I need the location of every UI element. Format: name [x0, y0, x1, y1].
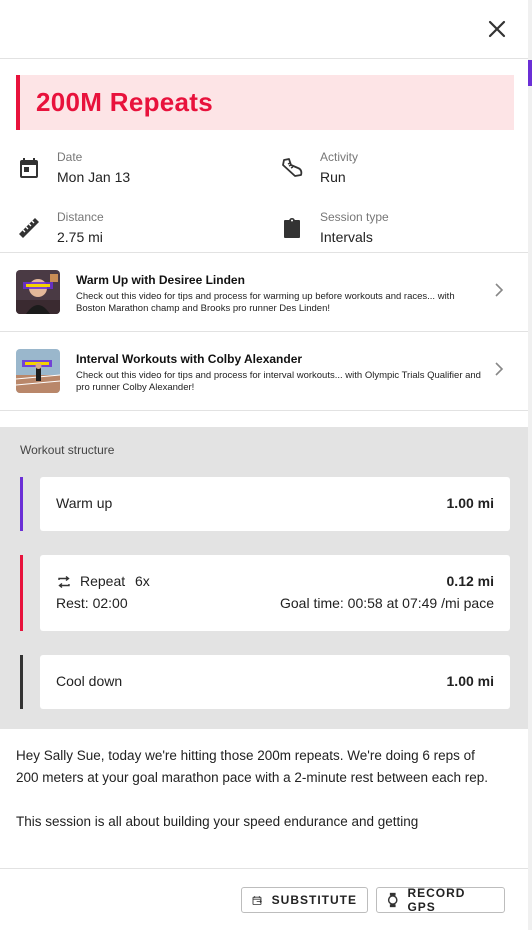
running-shoe-icon: [282, 158, 303, 177]
substitute-label: SUBSTITUTE: [271, 893, 357, 907]
action-bar: SUBSTITUTE RECORD GPS: [0, 868, 528, 931]
date-label: Date: [57, 150, 83, 164]
video-thumbnail: [16, 349, 60, 393]
chevron-right-icon: [495, 362, 504, 376]
video-title: Warm Up with Desiree Linden: [76, 273, 245, 287]
step-warm-up: Warm up 1.00 mi: [20, 477, 510, 531]
step-color-bar: [20, 655, 23, 709]
description-paragraph: Hey Sally Sue, today we're hitting those…: [16, 748, 489, 785]
video-thumbnail-image: [16, 270, 60, 314]
distance-value: 2.75 mi: [57, 229, 103, 245]
step-cool-down: Cool down 1.00 mi: [20, 655, 510, 709]
description-paragraph: This session is all about building your …: [16, 814, 419, 829]
step-card: Repeat 6x 0.12 mi Rest: 02:00 Goal time:…: [40, 555, 510, 631]
session-type-value: Intervals: [320, 229, 373, 245]
repeat-icon: [58, 575, 70, 589]
meta-activity: Activity Run: [280, 150, 358, 185]
workout-structure-label: Workout structure: [20, 443, 115, 457]
background-accent: [528, 60, 532, 86]
workout-meta: Date Mon Jan 13 Activity Run Distance 2.75 …: [0, 130, 528, 253]
clipboard-icon: [284, 218, 300, 238]
video-description: Check out this video for tips and proces…: [76, 370, 481, 393]
workout-title-banner: 200M Repeats: [16, 75, 514, 130]
step-card: Cool down 1.00 mi: [40, 655, 510, 709]
record-gps-label: RECORD GPS: [407, 886, 466, 914]
video-item-intervals[interactable]: Interval Workouts with Colby Alexander C…: [0, 332, 528, 411]
meta-distance: Distance 2.75 mi: [17, 210, 104, 245]
video-description: Check out this video for tips and proces…: [76, 291, 455, 314]
calendar-swap-icon: [252, 895, 262, 905]
step-card: Warm up 1.00 mi: [40, 477, 510, 531]
substitute-button[interactable]: SUBSTITUTE: [241, 887, 368, 913]
step-color-bar: [20, 477, 23, 531]
video-title: Interval Workouts with Colby Alexander: [76, 352, 303, 366]
step-name: Repeat: [80, 573, 126, 589]
step-color-bar: [20, 555, 23, 631]
activity-value: Run: [320, 169, 346, 185]
meta-date: Date Mon Jan 13: [17, 150, 130, 185]
workout-description: Hey Sally Sue, today we're hitting those…: [0, 729, 510, 855]
chevron-right-icon: [495, 283, 504, 297]
ruler-icon: [19, 218, 39, 238]
close-icon: [488, 20, 506, 38]
video-item-warm-up[interactable]: Warm Up with Desiree Linden Check out th…: [0, 253, 528, 332]
session-type-label: Session type: [320, 210, 389, 224]
calendar-icon: [20, 158, 38, 178]
background-page-edge: [528, 0, 532, 930]
step-name: Cool down: [56, 673, 123, 689]
step-distance: 1.00 mi: [446, 495, 494, 511]
close-button[interactable]: [486, 18, 508, 40]
distance-label: Distance: [57, 210, 104, 224]
video-thumbnail-image: [16, 349, 60, 393]
activity-label: Activity: [320, 150, 359, 164]
rest-time: Rest: 02:00: [56, 595, 128, 611]
record-gps-button[interactable]: RECORD GPS: [376, 886, 505, 914]
modal-header: [0, 0, 528, 59]
workout-structure: Workout structure Warm up 1.00 mi Repeat…: [0, 427, 528, 729]
date-value: Mon Jan 13: [57, 169, 131, 185]
watch-icon: [387, 892, 398, 908]
repeat-count: 6x: [135, 573, 150, 589]
video-thumbnail: [16, 270, 60, 314]
goal-time: Goal time: 00:58 at 07:49 /mi pace: [279, 595, 494, 611]
step-name: Warm up: [56, 495, 113, 511]
step-repeat: Repeat 6x 0.12 mi Rest: 02:00 Goal time:…: [20, 555, 510, 631]
meta-session-type: Session type Intervals: [280, 210, 389, 245]
workout-title: 200M Repeats: [36, 87, 214, 117]
step-distance: 0.12 mi: [446, 573, 494, 589]
step-distance: 1.00 mi: [446, 673, 494, 689]
